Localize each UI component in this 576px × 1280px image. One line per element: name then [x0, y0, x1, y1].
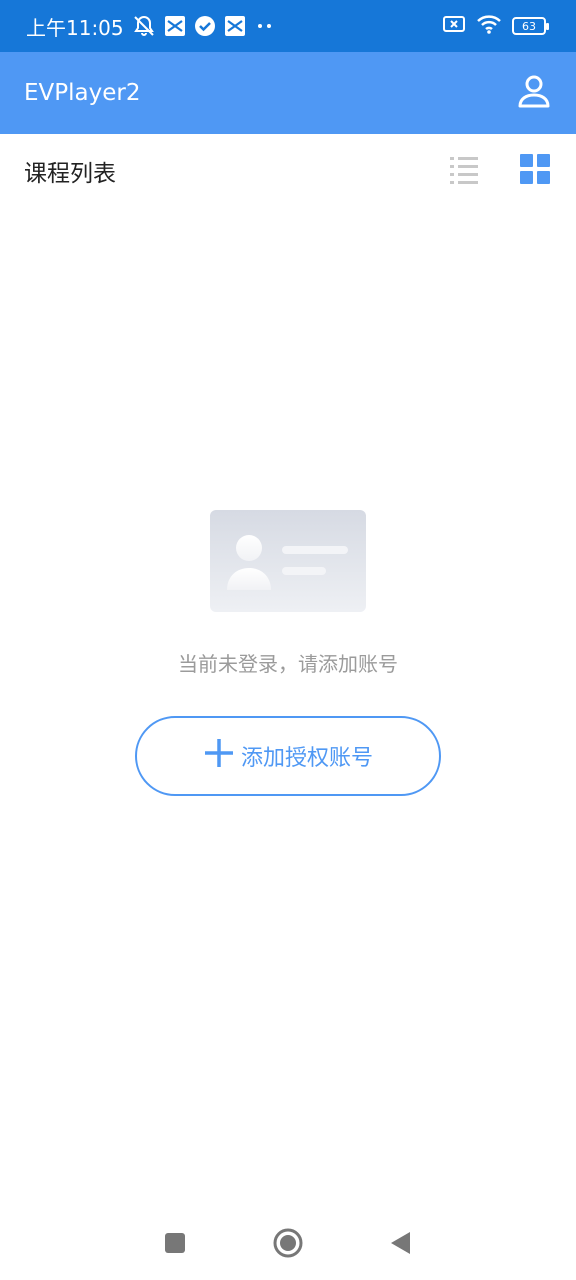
check-circle-icon [194, 15, 216, 37]
add-account-button[interactable]: 添加授权账号 [135, 716, 441, 796]
empty-message: 当前未登录，请添加账号 [178, 652, 398, 676]
notifications-off-icon [132, 14, 156, 38]
plus-icon [203, 737, 235, 775]
section-header: 课程列表 [0, 134, 576, 208]
status-time: 上午11:05 [26, 15, 124, 40]
app-notification-icon [224, 15, 246, 37]
app-bar: EVPlayer2 [0, 52, 576, 134]
status-right: 63 [442, 13, 549, 39]
section-title: 课程列表 [24, 161, 116, 187]
home-icon[interactable] [272, 1227, 304, 1263]
more-dots-icon [254, 15, 276, 37]
sim-missing-icon [442, 14, 466, 38]
id-card-illustration [210, 510, 366, 616]
status-left: 上午11:05 [26, 12, 276, 41]
status-bar: 上午11:05 63 [0, 0, 576, 52]
recent-apps-icon[interactable] [162, 1230, 188, 1260]
add-account-label: 添加授权账号 [240, 745, 373, 770]
view-toggle [448, 153, 550, 189]
list-view-icon[interactable] [448, 153, 480, 189]
battery-level: 63 [522, 19, 536, 33]
app-title: EVPlayer2 [24, 80, 141, 106]
grid-view-icon[interactable] [520, 154, 550, 188]
wifi-icon [476, 13, 502, 39]
user-icon[interactable] [516, 73, 552, 113]
back-icon[interactable] [388, 1230, 414, 1260]
app-notification-icon [164, 15, 186, 37]
battery-icon: 63 [512, 17, 549, 35]
nav-bar [0, 1210, 576, 1280]
